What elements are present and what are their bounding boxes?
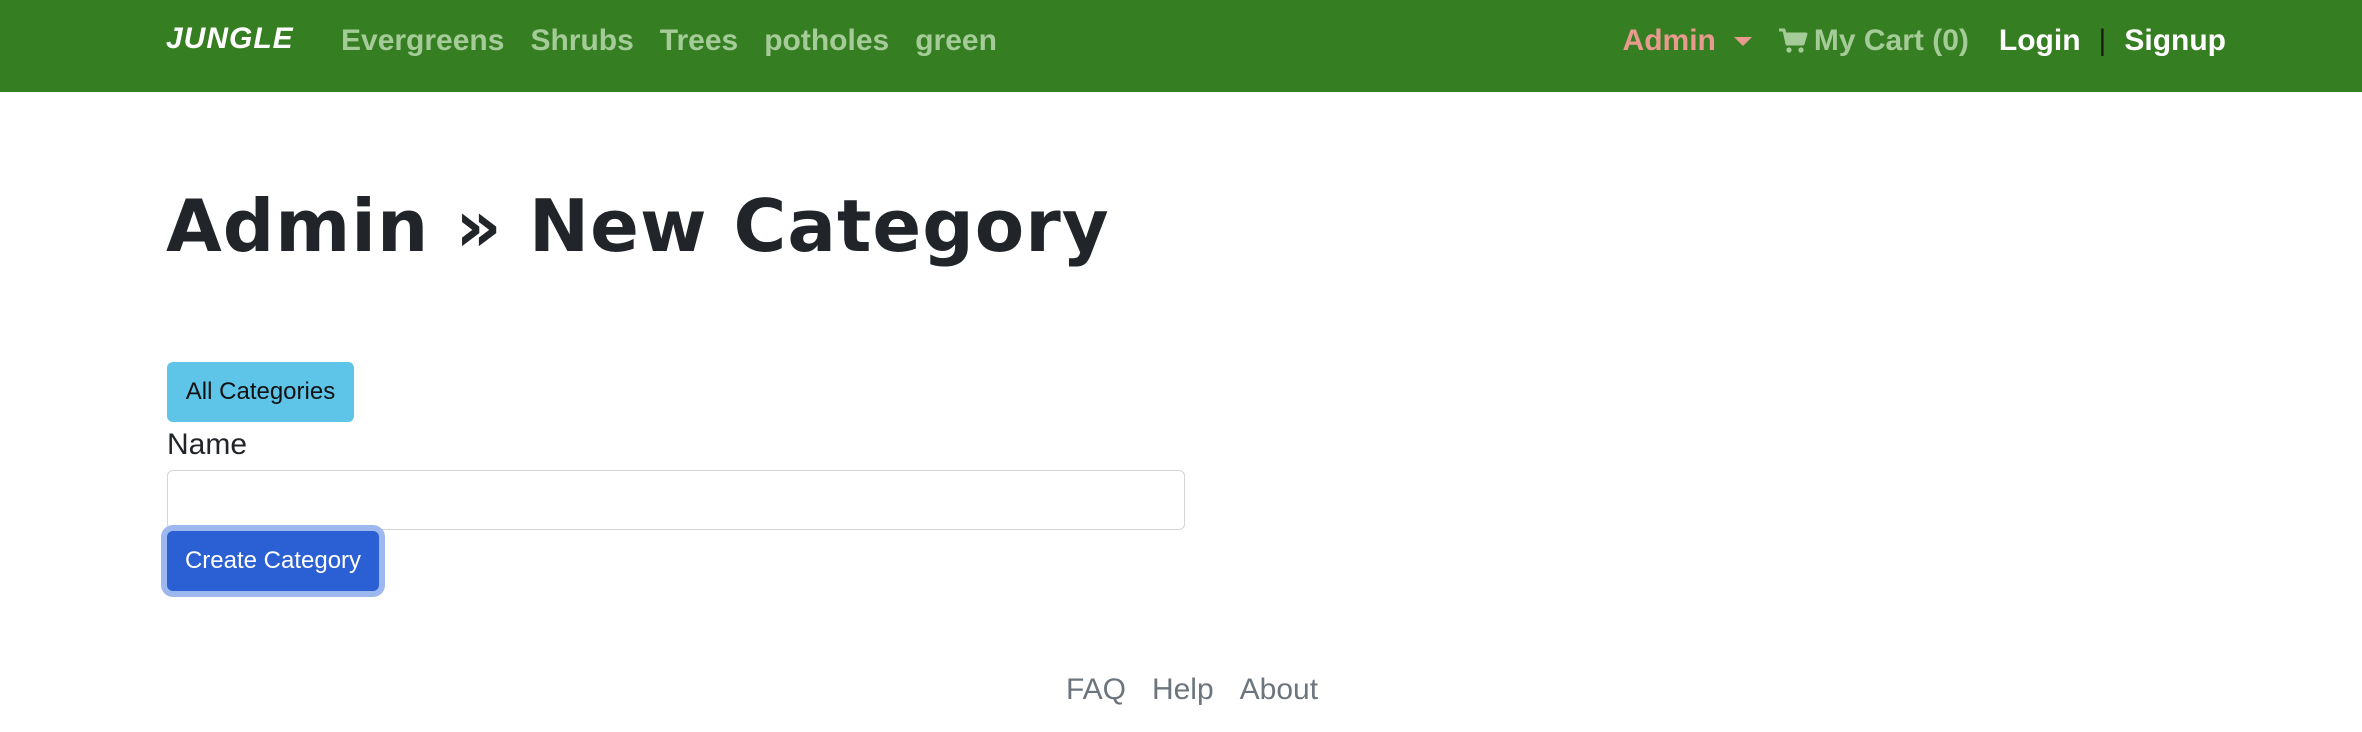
admin-dropdown[interactable]: Admin [1623, 24, 1752, 58]
footer-links: FAQ Help About [1066, 673, 1318, 707]
login-link[interactable]: Login [1999, 24, 2081, 58]
page-title: Admin » New Category [166, 184, 1110, 268]
top-navbar: JUNGLE Evergreens Shrubs Trees potholes … [0, 0, 2362, 92]
create-category-button[interactable]: Create Category [167, 531, 379, 591]
nav-divider: | [2098, 24, 2107, 57]
all-categories-button[interactable]: All Categories [167, 362, 354, 422]
nav-link-shrubs[interactable]: Shrubs [530, 24, 633, 58]
footer-link-faq[interactable]: FAQ [1066, 673, 1126, 707]
nav-link-evergreens[interactable]: Evergreens [341, 24, 504, 58]
nav-link-green[interactable]: green [915, 24, 997, 58]
category-nav: Evergreens Shrubs Trees potholes green [341, 24, 997, 58]
footer-link-help[interactable]: Help [1152, 673, 1214, 707]
nav-link-trees[interactable]: Trees [660, 24, 738, 58]
my-cart-label: My Cart (0) [1813, 24, 1969, 57]
chevron-down-icon [1733, 36, 1752, 46]
user-nav: Admin My Cart (0) Login | Signup [1623, 24, 2226, 58]
brand-logo[interactable]: JUNGLE [166, 22, 294, 56]
nav-link-potholes[interactable]: potholes [764, 24, 889, 58]
shopping-cart-icon [1778, 28, 1808, 53]
admin-dropdown-label: Admin [1622, 24, 1716, 57]
name-label: Name [167, 428, 248, 461]
my-cart-link[interactable]: My Cart (0) [1778, 24, 1969, 58]
footer-link-about[interactable]: About [1240, 673, 1318, 707]
footer: FAQ Help About [0, 673, 2362, 707]
category-name-input[interactable] [167, 470, 1185, 530]
signup-link[interactable]: Signup [2124, 24, 2226, 58]
